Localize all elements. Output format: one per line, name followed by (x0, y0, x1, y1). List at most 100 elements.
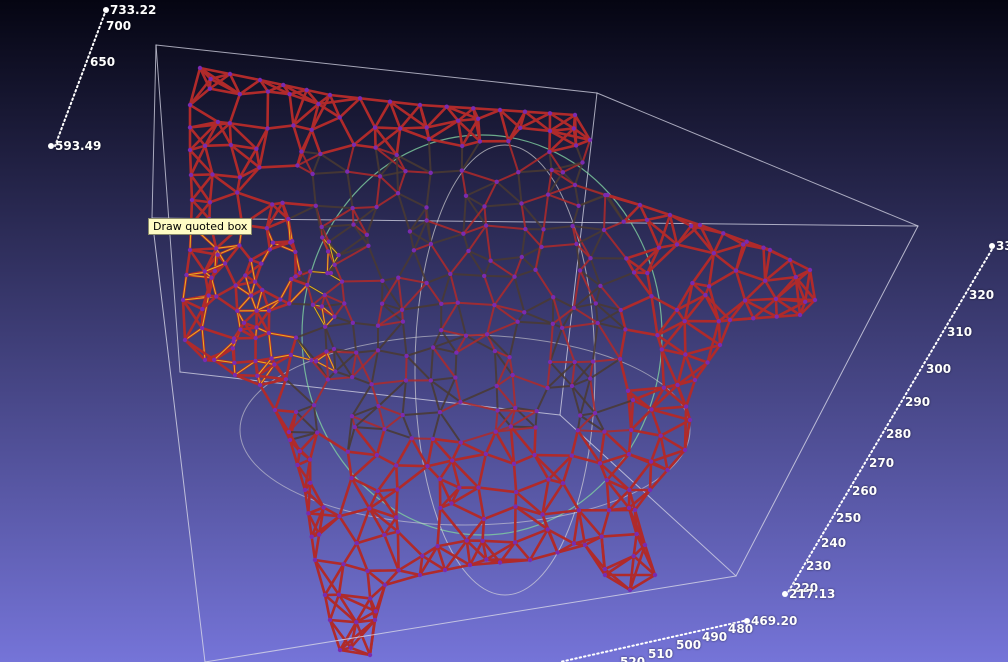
mesh-vertex (269, 356, 274, 361)
mesh-scene[interactable] (0, 0, 1008, 662)
mesh-vertex (248, 293, 254, 298)
mesh-vertex (588, 376, 593, 381)
mesh-vertex (574, 241, 579, 247)
mesh-vertex (751, 316, 756, 321)
mesh-edge (629, 398, 635, 432)
mesh-vertex (442, 567, 448, 573)
mesh-vertex (482, 204, 487, 209)
mesh-vertex (349, 475, 354, 481)
mesh-vertex (199, 325, 205, 331)
mesh-edge (188, 148, 193, 177)
mesh-vertex (233, 283, 238, 288)
mesh-vertex (308, 480, 313, 485)
mesh-vertex (337, 115, 342, 120)
mesh-vertex (539, 244, 544, 250)
mesh-vertex (602, 572, 608, 578)
mesh-vertex (706, 284, 712, 289)
mesh-vertex (690, 280, 695, 286)
mesh-vertex (705, 360, 710, 365)
mesh-edge (351, 205, 378, 210)
mesh-vertex (435, 544, 440, 549)
mesh-vertex (482, 273, 487, 279)
mesh-vertex (293, 335, 299, 340)
mesh-vertex (627, 587, 633, 593)
mesh-edge (603, 194, 607, 231)
mesh-vertex (675, 382, 680, 388)
mesh-edge (233, 359, 257, 365)
mesh-edge (534, 410, 538, 429)
mesh-vertex (293, 249, 298, 255)
mesh-vertex (438, 505, 443, 511)
mesh-vertex (309, 127, 314, 132)
mesh-vertex (354, 350, 359, 355)
mesh-vertex (631, 270, 637, 275)
mesh-vertex (682, 318, 687, 324)
mesh-vertex (339, 279, 345, 284)
mesh-vertex (208, 76, 213, 82)
mesh-vertex (291, 123, 296, 128)
mesh-vertex (237, 175, 243, 180)
mesh-vertex (595, 320, 600, 326)
mesh-vertex (295, 462, 300, 468)
mesh-vertex (767, 247, 773, 253)
x-axis-tick-label: 520 (620, 655, 646, 662)
mesh-edge (762, 246, 767, 282)
mesh-vertex (466, 248, 471, 254)
mesh-vertex (439, 301, 444, 306)
mesh-vertex (522, 310, 527, 315)
mesh-vertex (761, 245, 766, 250)
mesh-edge (496, 409, 538, 413)
mesh-vertex (546, 477, 551, 482)
mesh-vertex (703, 292, 708, 298)
mesh-vertex (497, 560, 503, 565)
mesh-vertex (570, 223, 575, 229)
mesh-vertex (658, 433, 663, 438)
mesh-vertex (656, 245, 662, 250)
mesh-vertex (266, 330, 271, 336)
mesh-vertex (207, 200, 213, 205)
mesh-vertex (337, 514, 342, 519)
mesh-vertex (511, 461, 517, 466)
mesh-vertex (631, 553, 636, 559)
mesh-vertex (302, 487, 308, 493)
mesh-vertex (477, 139, 483, 144)
mesh-vertex (513, 504, 518, 509)
mesh-vertex (492, 348, 498, 354)
mesh-vertex (322, 292, 327, 298)
mesh-vertex (449, 501, 454, 506)
mesh-vertex (215, 252, 220, 257)
mesh-vertex (316, 101, 321, 107)
mesh-vertex (744, 239, 749, 244)
mesh-vertex (424, 205, 429, 210)
mesh-vertex (209, 275, 214, 280)
mesh-vertex (492, 302, 497, 308)
mesh-vertex (480, 538, 485, 543)
mesh-vertex (803, 299, 808, 304)
mesh-vertex (237, 243, 242, 248)
mesh-vertex (297, 449, 302, 454)
mesh-vertex (599, 534, 604, 539)
mesh-vertex (241, 320, 247, 325)
mesh-edge (366, 569, 400, 573)
mesh-vertex (368, 596, 373, 601)
mesh-vertex (187, 125, 193, 130)
mesh-vertex (252, 279, 258, 284)
mesh-vertex (332, 314, 337, 319)
mesh-vertex (238, 327, 243, 332)
mesh-vertex (313, 203, 318, 208)
mesh-edge (472, 107, 502, 112)
mesh-vertex (227, 121, 232, 126)
mesh-edge (396, 530, 400, 572)
mesh-vertex (425, 464, 430, 469)
3d-viewport[interactable]: 733.22 700 650 593.49 33 320 310 300 290… (0, 0, 1008, 662)
mesh-vertex (652, 572, 658, 578)
mesh-vertex (305, 282, 310, 288)
mesh-vertex (367, 506, 372, 511)
mesh-vertex (373, 145, 378, 150)
y-axis-tick-label: 290 (905, 395, 931, 409)
mesh-vertex (184, 272, 189, 278)
mesh-vertex (182, 337, 188, 343)
mesh-vertex (618, 307, 623, 313)
mesh-vertex (667, 212, 673, 218)
mesh-vertex (266, 308, 272, 313)
